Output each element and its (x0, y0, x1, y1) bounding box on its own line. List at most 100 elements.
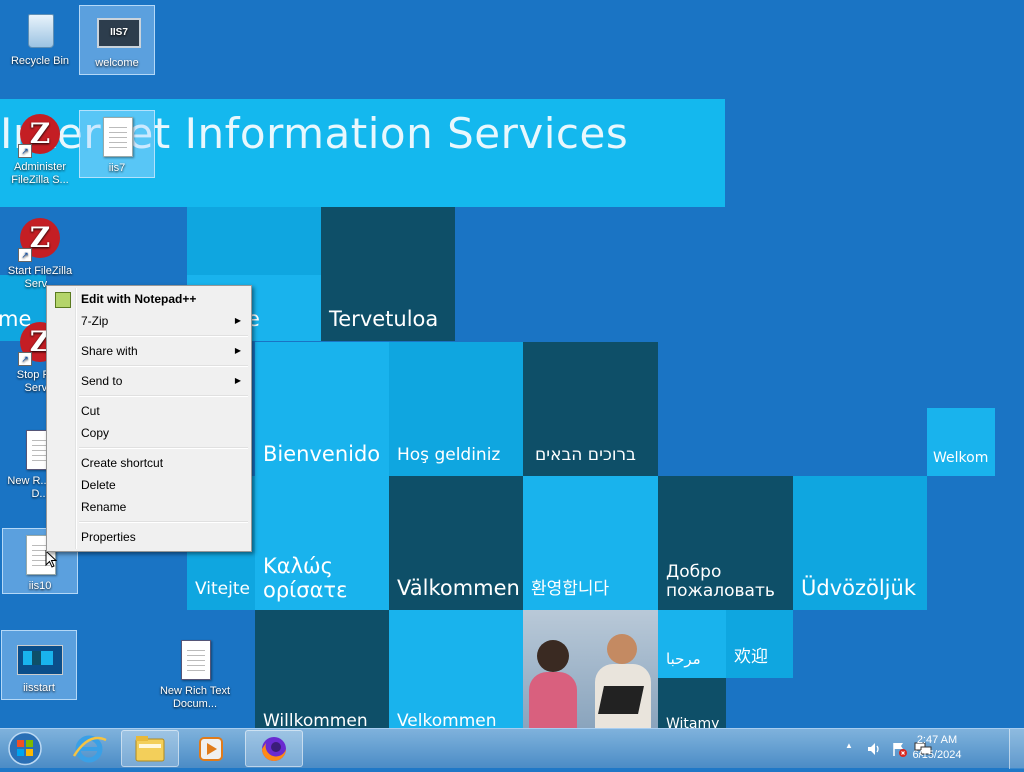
tile-velkommen: Velkommen (389, 610, 523, 728)
photo-person-left (537, 640, 569, 672)
iisstart-label: iisstart (23, 682, 55, 694)
folder-icon (135, 736, 165, 762)
tile-text: مرحبا (666, 649, 701, 668)
start-button[interactable] (5, 730, 45, 767)
tile-welkom: Welkom (927, 408, 995, 476)
tile-text: Witamy (666, 715, 720, 728)
menu-item-label: Cut (81, 404, 100, 418)
taskbar-media-player[interactable] (182, 730, 240, 767)
administer-filezilla-icon[interactable]: Z ↗ Administer FileZilla S... (2, 110, 78, 194)
menu-item-label: Properties (81, 530, 136, 544)
taskbar-file-explorer[interactable] (121, 730, 179, 767)
shortcut-arrow-icon: ↗ (18, 144, 32, 158)
tile-huanying: 欢迎 (726, 610, 793, 678)
taskbar-internet-explorer[interactable] (60, 730, 118, 767)
taskbar-firefox[interactable] (245, 730, 303, 767)
taskbar-clock[interactable]: 2:47 AM 6/15/2024 (902, 733, 972, 763)
submenu-arrow-icon: ▶ (234, 376, 241, 385)
wordpad-doc-icon (173, 638, 217, 682)
menu-item-copy[interactable]: Copy (49, 422, 249, 444)
welcome-label: welcome (95, 57, 139, 69)
tile-marhaba: مرحبا (658, 610, 726, 678)
menu-item-delete[interactable]: Delete (49, 474, 249, 496)
iis7-file-icon[interactable]: iis7 (79, 110, 155, 178)
recycle-bin-label: Recycle Bin (10, 55, 70, 67)
menu-item-rename[interactable]: Rename (49, 496, 249, 518)
shortcut-arrow-icon: ↗ (18, 352, 32, 366)
tile-text-line2: ορίσατε (263, 577, 348, 602)
tile-text: 환영합니다 (531, 579, 610, 600)
firefox-icon (262, 737, 286, 761)
iis7-label: iis7 (108, 162, 126, 174)
menu-item-label: Create shortcut (81, 456, 164, 470)
tray-expand-button[interactable]: ▲ (845, 741, 853, 750)
tile-text: Tervetuloa (329, 306, 439, 331)
tile-text-line2: пожаловать (666, 581, 775, 602)
photo-laptop (598, 686, 644, 714)
tile-bruchim: ברוכים הבאים (523, 342, 658, 476)
menu-item-label: Share with (81, 344, 138, 358)
menu-separator (79, 447, 248, 449)
tile-witamy: Witamy (658, 678, 726, 728)
iisstart-icon[interactable]: iisstart (1, 630, 77, 700)
tile-tervetuloa: Tervetuloa (321, 207, 455, 341)
internet-explorer-icon (72, 735, 107, 763)
menu-item-edit-notepadpp[interactable]: Edit with Notepad++ (49, 288, 249, 310)
menu-separator (79, 335, 248, 337)
volume-icon[interactable] (866, 741, 882, 757)
administer-filezilla-label: Administer FileZilla S... (11, 161, 69, 186)
new-rtf-2-label: New Rich Text Docum... (159, 685, 231, 710)
menu-item-label: Edit with Notepad++ (81, 292, 197, 306)
tile-text: Bienvenido (263, 441, 381, 466)
windows-start-orb-icon (8, 731, 42, 766)
desktop[interactable]: Internet Information Services Tervetuloa… (0, 0, 1024, 728)
media-player-icon (199, 737, 223, 761)
menu-item-create-shortcut[interactable]: Create shortcut (49, 452, 249, 474)
tile-text: Välkommen (397, 575, 520, 600)
menu-item-label: Copy (81, 426, 110, 440)
tile-text: Willkommen (263, 711, 368, 728)
tile-text: Welkom (933, 449, 989, 466)
tile-text: 欢迎 (734, 647, 768, 668)
shortcut-arrow-icon: ↗ (18, 248, 32, 262)
tile-text: Hoş geldiniz (397, 445, 501, 466)
menu-separator (79, 521, 248, 523)
tile-valkommen: Välkommen (389, 476, 523, 610)
taskbar: ▲ 2:47 AM 6/15/2024 (0, 728, 1024, 769)
iis10-label: iis10 (28, 580, 52, 592)
tile-hwanyoung: 환영합니다 (523, 476, 658, 610)
menu-item-label: 7-Zip (81, 314, 109, 328)
text-file-icon (95, 115, 139, 159)
clock-date: 6/15/2024 (912, 749, 962, 761)
new-rtf-document-2-icon[interactable]: New Rich Text Docum... (155, 634, 235, 714)
menu-item-7zip[interactable]: 7-Zip ▶ (49, 310, 249, 332)
tile-willkommen: Willkommen (255, 610, 389, 728)
menu-item-send-to[interactable]: Send to ▶ (49, 370, 249, 392)
menu-item-share-with[interactable]: Share with ▶ (49, 340, 249, 362)
tile-text: Vitejte (195, 579, 250, 600)
tile-text-line1: Добро (666, 561, 722, 582)
tile-text: ברוכים הבאים (535, 445, 636, 466)
menu-item-cut[interactable]: Cut (49, 400, 249, 422)
recycle-bin-glyph (18, 8, 62, 52)
tile-dobro: Добро пожаловать (658, 476, 793, 610)
submenu-arrow-icon: ▶ (234, 316, 241, 325)
welcome-icon[interactable]: IIS7 welcome (79, 5, 155, 75)
menu-item-properties[interactable]: Properties (49, 526, 249, 548)
filezilla-icon: Z ↗ (18, 114, 62, 158)
tile-hos-geldiniz: Hoş geldiniz (389, 342, 523, 476)
tile-text: Üdvözöljük (801, 575, 916, 600)
menu-separator (79, 365, 248, 367)
show-desktop-button[interactable] (1009, 729, 1024, 769)
menu-separator (79, 395, 248, 397)
filezilla-icon: Z ↗ (18, 218, 62, 262)
menu-item-label: Send to (81, 374, 123, 388)
tile-text-line1: Καλώς (263, 553, 333, 578)
notepadpp-icon (55, 292, 71, 308)
tile-bienvenido: Bienvenido (255, 342, 389, 476)
iis-image-icon (17, 635, 63, 679)
recycle-bin-icon[interactable]: Recycle Bin (2, 4, 78, 76)
tile-kalos: Καλώς ορίσατε (255, 476, 389, 610)
photo-person-right (607, 634, 637, 664)
mouse-cursor-icon (45, 550, 57, 568)
